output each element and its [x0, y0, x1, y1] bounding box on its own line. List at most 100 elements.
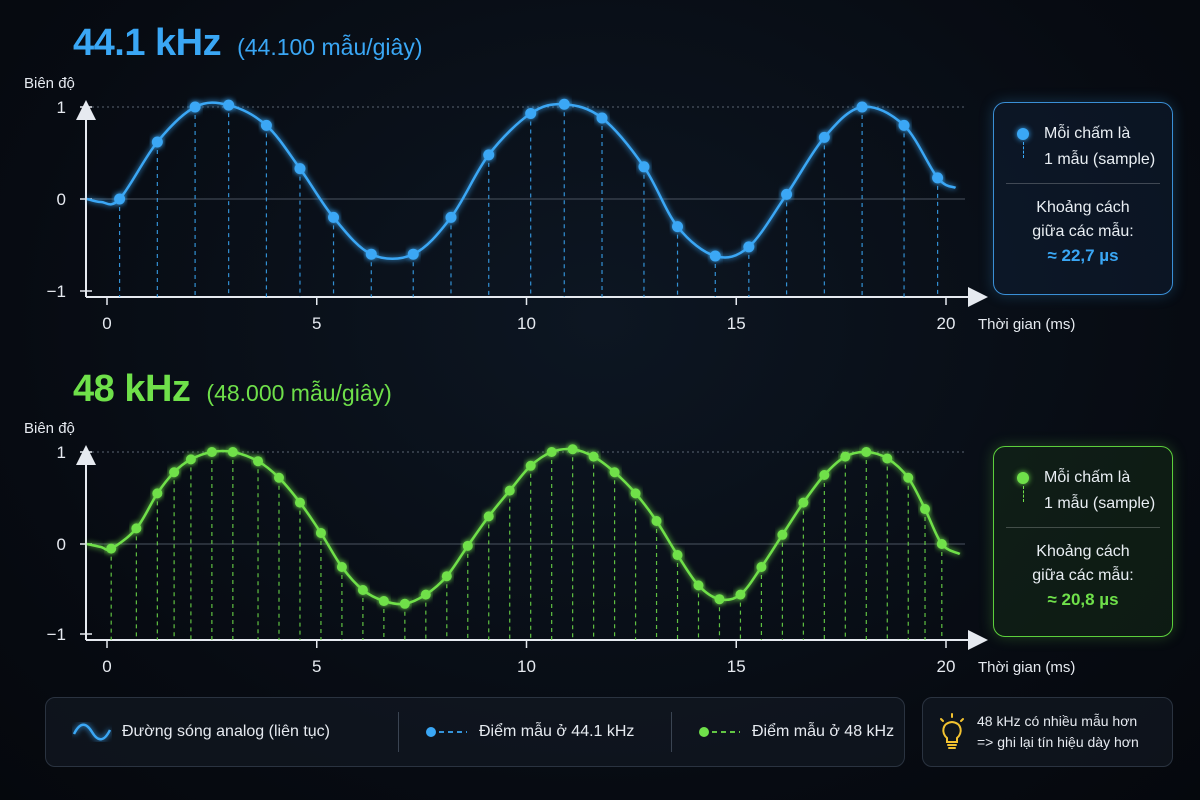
y-tick-label: 1 — [57, 443, 66, 462]
x-tick-label: 0 — [102, 314, 111, 333]
sample-point — [856, 101, 868, 113]
sample-point — [315, 527, 326, 538]
x-tick-label: 5 — [312, 657, 321, 676]
sample-point — [743, 241, 755, 253]
sample-point — [709, 250, 721, 262]
x-axis-label: Thời gian (ms) — [978, 316, 1075, 333]
y-tick-label: 1 — [57, 98, 66, 117]
x-tick-label: 20 — [937, 314, 956, 333]
y-axis-label: Biên độ — [24, 75, 75, 92]
y-tick-label: 0 — [57, 190, 66, 209]
sample-point — [169, 467, 180, 478]
info-box-48khz: Mỗi chấm là 1 mẫu (sample) Khoảng cách g… — [993, 446, 1173, 637]
sample-point — [777, 529, 788, 540]
tip-line: 48 kHz có nhiều mẫu hơn — [977, 713, 1138, 729]
marker-text: Mỗi chấm là — [1044, 469, 1131, 486]
spacing-label: giữa các mẫu: — [1032, 567, 1134, 584]
sample-point — [672, 221, 684, 233]
sample-point — [546, 447, 557, 457]
sample-point — [152, 488, 163, 499]
analog-wave — [86, 447, 961, 606]
sample-point — [596, 112, 608, 124]
tip-line: => ghi lại tín hiệu dày hơn — [977, 734, 1139, 750]
marker-text: Mỗi chấm là — [1044, 125, 1131, 142]
y-tick-label: 0 — [57, 535, 66, 554]
chart-48khz: −1 0 1 Biên độ 0 5 10 15 20 Thời gian (ms) — [24, 420, 1075, 676]
sample-point — [106, 543, 117, 554]
blue-dot-dash-icon — [426, 727, 467, 737]
spacing-value: ≈ 20,8 µs — [1047, 590, 1119, 609]
sample-point — [818, 131, 830, 143]
sample-point — [638, 161, 650, 173]
sample-point — [328, 211, 340, 223]
sample-point — [483, 511, 494, 522]
sample-point — [294, 497, 305, 508]
legend-item-analog: Đường sóng analog (liên tục) — [72, 722, 372, 742]
sample-point — [273, 472, 284, 483]
sample-point — [441, 571, 452, 582]
spacing-label: Khoảng cách — [1036, 543, 1130, 560]
sample-point — [365, 248, 377, 260]
chart-44khz: −1 0 1 Biên độ 0 5 10 15 20 Thời gian (ms) — [24, 75, 1075, 333]
sample-point — [399, 598, 410, 609]
sample-point — [819, 470, 830, 480]
legend-label: Đường sóng analog (liên tục) — [122, 723, 330, 740]
legend-divider — [398, 712, 399, 752]
sample-point — [223, 99, 235, 111]
sample-point — [672, 550, 683, 561]
sample-point — [714, 594, 725, 605]
x-tick-label: 5 — [312, 314, 321, 333]
sample-point — [294, 163, 306, 175]
tip-box: 48 kHz có nhiều mẫu hơn => ghi lại tín h… — [922, 697, 1173, 767]
spacing-value: ≈ 22,7 µs — [1047, 246, 1119, 265]
sample-point — [260, 119, 272, 131]
legend-item-48khz: Điểm mẫu ở 48 kHz — [698, 723, 894, 741]
x-tick-label: 0 — [102, 657, 111, 676]
sample-point — [651, 516, 662, 526]
sample-point — [151, 136, 163, 148]
sample-point — [131, 523, 142, 534]
sample-point — [903, 472, 914, 483]
sample-point — [898, 119, 910, 131]
sample-point — [378, 596, 389, 607]
legend: Đường sóng analog (liên tục) Điểm mẫu ở … — [45, 697, 905, 767]
sample-point — [407, 248, 419, 260]
sample-point — [445, 211, 457, 223]
x-axis-label: Thời gian (ms) — [978, 659, 1075, 676]
sample-point — [483, 149, 495, 161]
lightbulb-icon — [940, 713, 964, 749]
sample-point — [932, 172, 944, 184]
sample-point — [756, 562, 767, 572]
sample-point — [525, 107, 537, 119]
sample-point — [336, 562, 347, 572]
x-tick-label: 10 — [517, 314, 536, 333]
sample-point — [735, 589, 746, 600]
x-tick-label: 15 — [727, 657, 746, 676]
sample-point — [185, 454, 196, 465]
sample-point — [253, 456, 264, 467]
sample-point — [206, 447, 217, 457]
marker-text: 1 mẫu (sample) — [1044, 151, 1156, 168]
sample-point — [227, 447, 238, 457]
x-tick-label: 20 — [937, 657, 956, 676]
sample-point — [567, 444, 578, 455]
legend-item-44khz: Điểm mẫu ở 44.1 kHz — [425, 723, 657, 741]
sample-point — [357, 585, 368, 595]
y-tick-label: −1 — [47, 282, 66, 301]
sample-point — [504, 485, 515, 496]
sample-point — [798, 497, 809, 508]
sample-point — [189, 101, 201, 113]
marker-text: 1 mẫu (sample) — [1044, 495, 1156, 512]
sample-marker-icon — [1016, 121, 1030, 173]
sample-point — [840, 451, 851, 462]
x-tick-label: 10 — [517, 657, 536, 676]
sample-point — [609, 467, 620, 478]
sample-point — [630, 488, 641, 499]
analog-wave — [86, 101, 957, 261]
legend-label: Điểm mẫu ở 48 kHz — [752, 723, 895, 740]
spacing-label: giữa các mẫu: — [1032, 223, 1134, 240]
info-box-44khz: Mỗi chấm là 1 mẫu (sample) Khoảng cách g… — [993, 102, 1173, 295]
sample-point — [462, 540, 473, 551]
sample-marker-icon — [1016, 465, 1030, 517]
sample-point — [882, 453, 893, 464]
